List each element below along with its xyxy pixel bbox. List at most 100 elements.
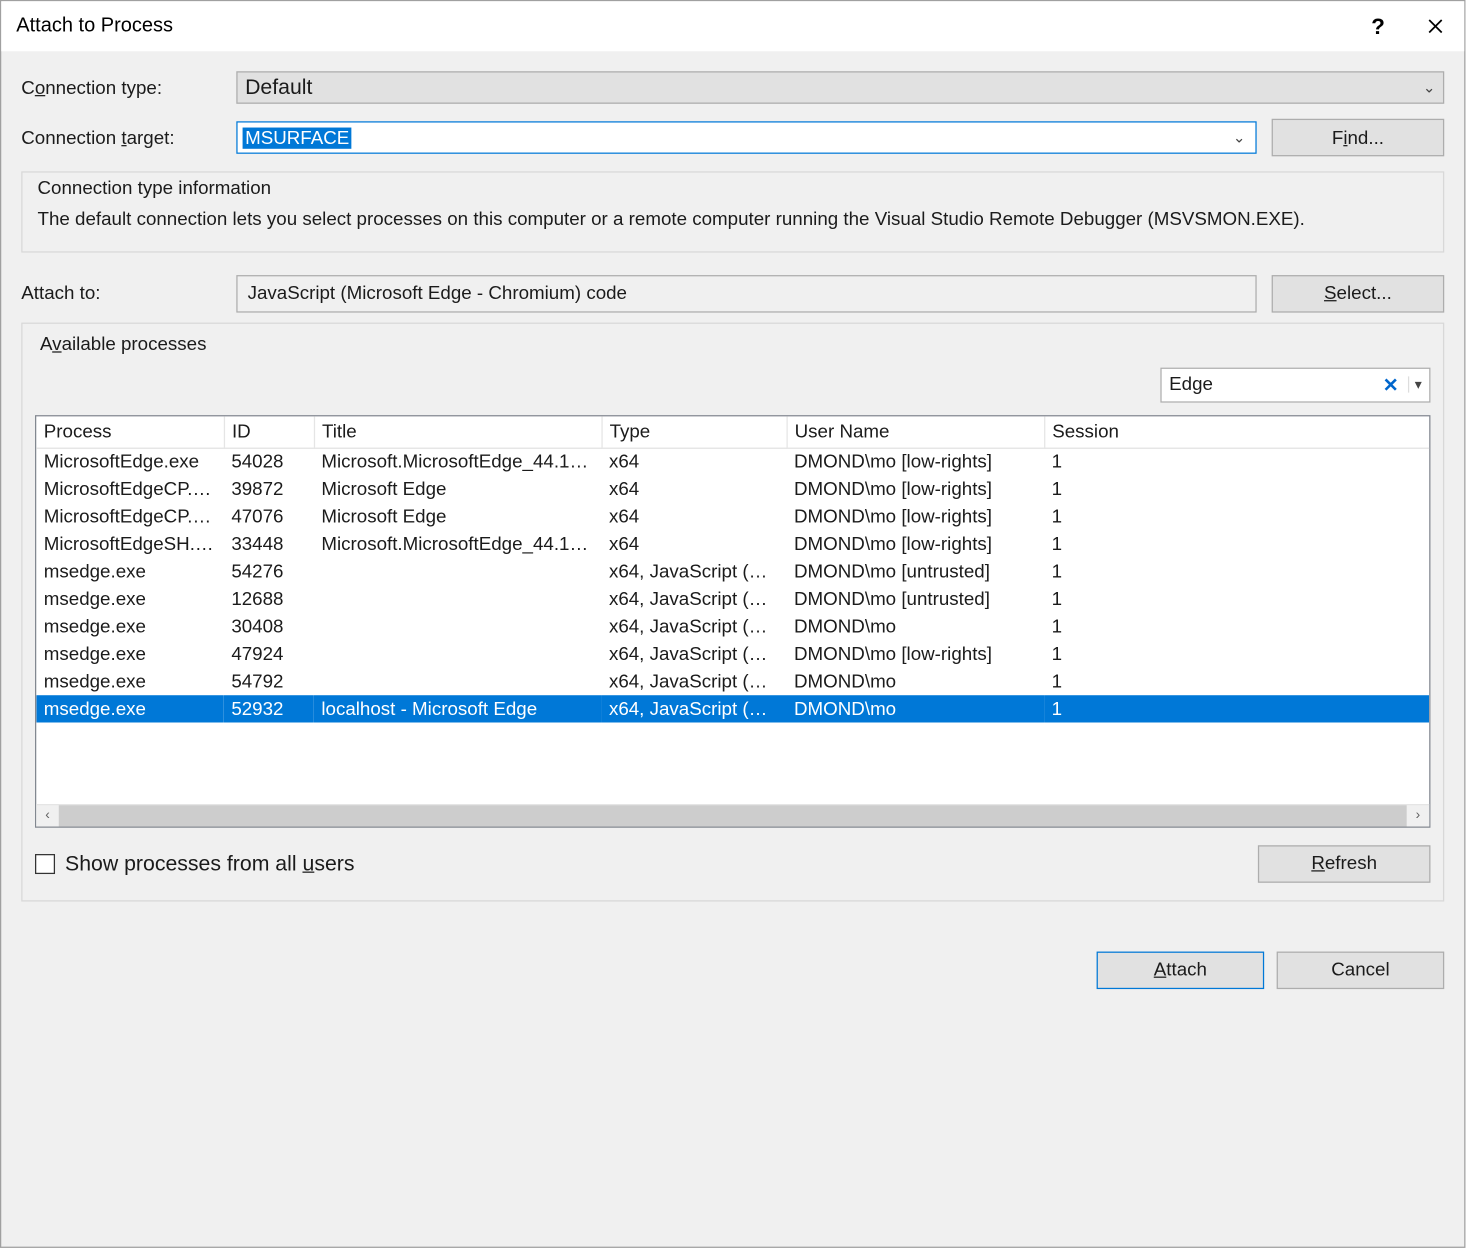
show-all-users-label: Show processes from all users <box>65 851 354 876</box>
cell-title <box>314 641 602 669</box>
cell-title: Microsoft.MicrosoftEdge_44.1836… <box>314 530 602 558</box>
cell-type: x64, JavaScript (Micr… <box>601 558 786 586</box>
cell-type: x64, JavaScript (Micr… <box>601 585 786 613</box>
cell-title: localhost - Microsoft Edge <box>314 696 602 724</box>
cell-session: 1 <box>1044 475 1429 503</box>
connection-type-value: Default <box>245 75 312 100</box>
cell-type: x64, JavaScript (Micr… <box>601 641 786 669</box>
help-icon: ? <box>1371 13 1385 39</box>
attach-to-row: Attach to: JavaScript (Microsoft Edge - … <box>21 275 1444 313</box>
table-row[interactable]: msedge.exe30408x64, JavaScript (Micr…DMO… <box>36 613 1429 641</box>
cell-type: x64 <box>601 448 786 476</box>
col-session[interactable]: Session <box>1044 416 1429 448</box>
cell-id: 54028 <box>224 448 314 476</box>
cell-session: 1 <box>1044 696 1429 724</box>
cell-process: msedge.exe <box>36 696 224 724</box>
table-row[interactable]: msedge.exe52932localhost - Microsoft Edg… <box>36 696 1429 724</box>
cell-user: DMOND\mo [untrusted] <box>787 585 1045 613</box>
dialog-footer: Attach Cancel <box>1 921 1464 1009</box>
connection-target-input[interactable]: MSURFACE ⌄ <box>236 121 1256 154</box>
cell-session: 1 <box>1044 558 1429 586</box>
help-button[interactable]: ? <box>1349 1 1407 51</box>
cell-type: x64 <box>601 530 786 558</box>
cell-user: DMOND\mo <box>787 613 1045 641</box>
cell-user: DMOND\mo <box>787 668 1045 696</box>
table-row[interactable]: msedge.exe54792 x64, JavaScript (Micr…DMO… <box>36 668 1429 696</box>
cell-title <box>314 668 602 696</box>
refresh-button[interactable]: Refresh <box>1258 845 1431 883</box>
list-footer-row: Show processes from all users Refresh <box>35 845 1430 883</box>
cell-user: DMOND\mo [low-rights] <box>787 448 1045 476</box>
find-button[interactable]: Find... <box>1272 119 1445 157</box>
cell-session: 1 <box>1044 530 1429 558</box>
process-filter-input[interactable]: Edge ✕ ▾ <box>1160 367 1430 402</box>
connection-info-heading: Connection type information <box>33 178 277 199</box>
cell-id: 47076 <box>224 503 314 531</box>
horizontal-scrollbar[interactable]: ‹ › <box>36 804 1429 827</box>
cell-session: 1 <box>1044 448 1429 476</box>
cancel-button[interactable]: Cancel <box>1277 951 1445 989</box>
cell-user: DMOND\mo [low-rights] <box>787 475 1045 503</box>
cell-session: 1 <box>1044 641 1429 669</box>
scroll-right-icon[interactable]: › <box>1407 805 1430 826</box>
connection-type-combo[interactable]: Default ⌄ <box>236 71 1444 104</box>
cell-title: Microsoft Edge <box>314 475 602 503</box>
show-all-users-checkbox[interactable] <box>35 854 55 874</box>
cell-user: DMOND\mo [untrusted] <box>787 558 1045 586</box>
table-row[interactable]: MicrosoftEdgeCP.exe39872Microsoft Edgex6… <box>36 475 1429 503</box>
process-filter-value: Edge <box>1169 374 1375 395</box>
col-id[interactable]: ID <box>224 416 314 448</box>
available-processes-toolbar: Edge ✕ ▾ <box>35 367 1430 402</box>
available-processes-label: Available processes <box>35 334 211 355</box>
table-row[interactable]: msedge.exe12688x64, JavaScript (Micr…DMO… <box>36 585 1429 613</box>
cell-type: x64 <box>601 475 786 503</box>
close-button[interactable] <box>1407 1 1465 51</box>
connection-target-label: Connection target: <box>21 127 221 148</box>
table-row[interactable]: MicrosoftEdgeCP.exe47076Microsoft Edgex6… <box>36 503 1429 531</box>
scrollbar-track[interactable] <box>59 805 1407 826</box>
select-button[interactable]: Select... <box>1272 275 1445 313</box>
table-header-row: Process ID Title Type User Name Session <box>36 416 1429 448</box>
col-user[interactable]: User Name <box>787 416 1045 448</box>
connection-type-label: Connection type: <box>21 77 221 98</box>
table-row[interactable]: MicrosoftEdgeSH.exe33448Microsoft.Micros… <box>36 530 1429 558</box>
cell-process: msedge.exe <box>36 558 224 586</box>
cell-session: 1 <box>1044 585 1429 613</box>
connection-info-panel: Connection type information The default … <box>21 171 1444 252</box>
cell-user: DMOND\mo [low-rights] <box>787 641 1045 669</box>
connection-info-body: The default connection lets you select p… <box>33 204 1433 236</box>
cell-title <box>314 613 602 641</box>
table-row[interactable]: MicrosoftEdge.exe54028Microsoft.Microsof… <box>36 448 1429 476</box>
scroll-left-icon[interactable]: ‹ <box>36 805 59 826</box>
process-table: Process ID Title Type User Name Session … <box>35 415 1430 828</box>
cell-id: 54792 <box>224 668 314 696</box>
attach-button[interactable]: Attach <box>1097 951 1265 989</box>
cell-process: MicrosoftEdge.exe <box>36 448 224 476</box>
cell-id: 33448 <box>224 530 314 558</box>
cell-process: msedge.exe <box>36 613 224 641</box>
cell-process: MicrosoftEdgeSH.exe <box>36 530 224 558</box>
attach-to-label: Attach to: <box>21 283 221 304</box>
cell-id: 12688 <box>224 585 314 613</box>
cell-id: 39872 <box>224 475 314 503</box>
cell-title <box>314 558 602 586</box>
dialog-window: Attach to Process ? Connection type: Def… <box>0 0 1465 1248</box>
table-row[interactable]: msedge.exe54276x64, JavaScript (Micr…DMO… <box>36 558 1429 586</box>
col-title[interactable]: Title <box>314 416 602 448</box>
table-row[interactable]: msedge.exe47924x64, JavaScript (Micr…DMO… <box>36 641 1429 669</box>
cell-type: x64, JavaScript (Micr… <box>601 696 786 724</box>
cell-user: DMOND\mo [low-rights] <box>787 530 1045 558</box>
connection-type-row: Connection type: Default ⌄ <box>21 71 1444 104</box>
cell-process: msedge.exe <box>36 668 224 696</box>
cell-id: 52932 <box>224 696 314 724</box>
col-type[interactable]: Type <box>601 416 786 448</box>
col-process[interactable]: Process <box>36 416 224 448</box>
cell-type: x64, JavaScript (Micr… <box>601 668 786 696</box>
cell-user: DMOND\mo [low-rights] <box>787 503 1045 531</box>
chevron-down-icon[interactable]: ▾ <box>1409 377 1427 393</box>
clear-filter-icon[interactable]: ✕ <box>1375 374 1406 397</box>
cell-process: MicrosoftEdgeCP.exe <box>36 475 224 503</box>
cell-user: DMOND\mo <box>787 696 1045 724</box>
cell-session: 1 <box>1044 503 1429 531</box>
chevron-down-icon: ⌄ <box>1423 79 1436 97</box>
